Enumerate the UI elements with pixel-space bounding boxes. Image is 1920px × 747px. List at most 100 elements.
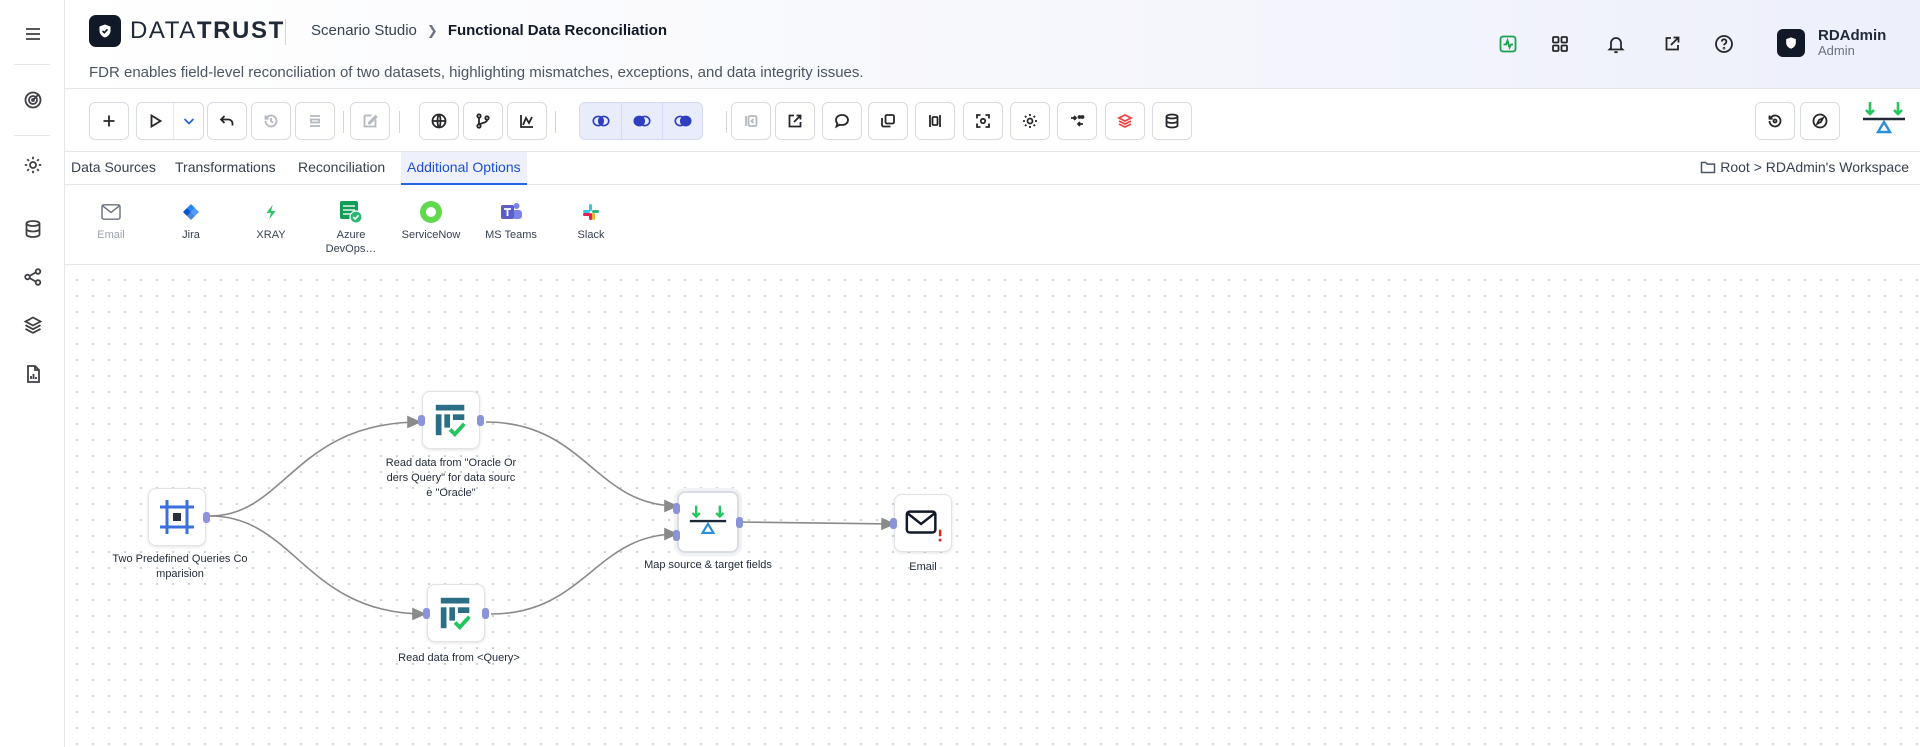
integration-azure-devops[interactable]: Azure DevOps… (311, 200, 391, 256)
tab-transformations[interactable]: Transformations (169, 152, 282, 185)
tab-reconciliation[interactable]: Reconciliation (292, 152, 391, 185)
tab-additional-options[interactable]: Additional Options (401, 152, 527, 185)
stack-layers-icon[interactable] (1105, 102, 1145, 140)
crop-frame-icon (160, 500, 194, 534)
report-icon[interactable] (18, 359, 48, 389)
page-description: FDR enables field-level reconciliation o… (89, 64, 864, 81)
settings-icon[interactable] (18, 150, 48, 180)
hierarchy-icon[interactable] (18, 262, 48, 292)
menu-icon[interactable] (18, 19, 48, 49)
mail-alert-icon (905, 510, 942, 542)
chart-trend-icon[interactable] (507, 102, 547, 140)
run-button-group (136, 102, 204, 140)
copy-icon[interactable] (868, 102, 908, 140)
sidebar-divider (14, 64, 50, 65)
node-label-read2: Read data from <Query> (398, 652, 520, 664)
play-icon[interactable] (137, 103, 173, 139)
integration-label: Azure DevOps… (325, 229, 377, 255)
logo-text-light: DATA (130, 17, 197, 44)
workflow-node-email[interactable] (890, 494, 952, 552)
version-history-icon[interactable] (1755, 102, 1795, 140)
scan-icon[interactable] (963, 102, 1003, 140)
avatar (1777, 29, 1805, 57)
workspace-path: Root > RDAdmin's Workspace (1720, 159, 1909, 175)
app-header: DATATRUST Scenario Studio ❯ Functional D… (65, 0, 1920, 88)
workflow-node-read1[interactable] (418, 391, 484, 449)
left-join-icon[interactable] (621, 103, 662, 139)
bell-icon[interactable] (1604, 32, 1628, 56)
datatrust-logo[interactable]: DATATRUST (89, 15, 285, 47)
apps-grid-icon[interactable] (1548, 32, 1572, 56)
input-port[interactable] (890, 518, 897, 529)
workflow-node-read2[interactable] (423, 584, 489, 642)
inner-join-icon[interactable] (580, 103, 621, 139)
node-label-read1: Read data from "Oracle Or ders Query" fo… (385, 457, 517, 499)
workflow-canvas[interactable]: Two Predefined Queries Co mparision Read… (65, 266, 1920, 747)
split-view-icon[interactable] (915, 102, 955, 140)
compass-icon[interactable] (1800, 102, 1840, 140)
balance-scale-icon (689, 505, 727, 534)
open-new-icon[interactable] (775, 102, 815, 140)
database-icon[interactable] (18, 214, 48, 244)
history-icon[interactable] (251, 102, 291, 140)
database-toolbar-icon[interactable] (1152, 102, 1192, 140)
output-port[interactable] (736, 517, 743, 528)
input-port-1[interactable] (673, 503, 680, 514)
workflow-node-map[interactable] (673, 491, 743, 553)
edge-map-email (740, 517, 896, 531)
chevron-down-icon[interactable] (173, 103, 203, 139)
integration-servicenow[interactable]: ServiceNow (391, 200, 471, 242)
globe-icon[interactable] (419, 102, 459, 140)
integration-label: XRAY (256, 229, 286, 241)
node-label-map: Map source & target fields (644, 559, 772, 571)
output-port[interactable] (203, 512, 210, 523)
comment-icon[interactable] (822, 102, 862, 140)
workspace-breadcrumb[interactable]: Root > RDAdmin's Workspace (1700, 159, 1909, 175)
toolbar-divider (343, 111, 344, 133)
chevron-right-icon: ❯ (426, 22, 438, 38)
config-gear-icon[interactable] (1010, 102, 1050, 140)
workflow-toolbar (65, 88, 1920, 152)
integration-label: MS Teams (485, 229, 537, 241)
layers-icon[interactable] (18, 310, 48, 340)
mail-icon (71, 200, 151, 224)
decimal-format-icon[interactable] (1057, 102, 1097, 140)
integration-email[interactable]: Email (71, 200, 151, 242)
target-icon[interactable] (18, 85, 48, 115)
output-port[interactable] (482, 608, 489, 619)
user-name: RDAdmin (1818, 27, 1887, 44)
workflow-edges (209, 415, 896, 621)
add-icon[interactable] (89, 102, 129, 140)
input-port[interactable] (423, 608, 430, 619)
workflow-node-start[interactable] (148, 488, 210, 546)
right-join-icon[interactable] (662, 103, 702, 139)
output-port[interactable] (477, 415, 484, 426)
align-icon[interactable] (295, 102, 335, 140)
help-icon[interactable] (1712, 32, 1736, 56)
breadcrumb-scenario-studio[interactable]: Scenario Studio (311, 22, 417, 39)
table-check-icon (440, 597, 471, 631)
reconcile-scale-icon[interactable] (1860, 98, 1908, 142)
input-port[interactable] (418, 415, 425, 426)
git-branch-icon[interactable] (463, 102, 503, 140)
user-menu[interactable]: RDAdmin Admin (1777, 28, 1886, 58)
integration-ms-teams[interactable]: MS Teams (471, 200, 551, 242)
shield-logo-icon (89, 15, 121, 47)
integration-slack[interactable]: Slack (551, 200, 631, 242)
servicenow-icon (391, 200, 471, 224)
integrations-panel: Email Jira XRAY Azure DevOps… ServiceNow (65, 185, 1920, 265)
undo-icon[interactable] (207, 102, 247, 140)
external-link-icon[interactable] (1660, 32, 1684, 56)
node-label-start: Two Predefined Queries Co mparision (112, 553, 248, 580)
activity-icon[interactable] (1496, 32, 1520, 56)
input-port-2[interactable] (673, 530, 680, 541)
integration-xray[interactable]: XRAY (231, 200, 311, 242)
tab-data-sources[interactable]: Data Sources (65, 152, 162, 185)
left-sidebar (0, 0, 65, 747)
logo-text-bold: TRUST (196, 17, 285, 44)
user-role: Admin (1818, 43, 1855, 58)
logo-text: DATATRUST (130, 17, 285, 45)
edit-icon[interactable] (350, 102, 390, 140)
first-page-icon[interactable] (731, 102, 771, 140)
integration-jira[interactable]: Jira (151, 200, 231, 242)
